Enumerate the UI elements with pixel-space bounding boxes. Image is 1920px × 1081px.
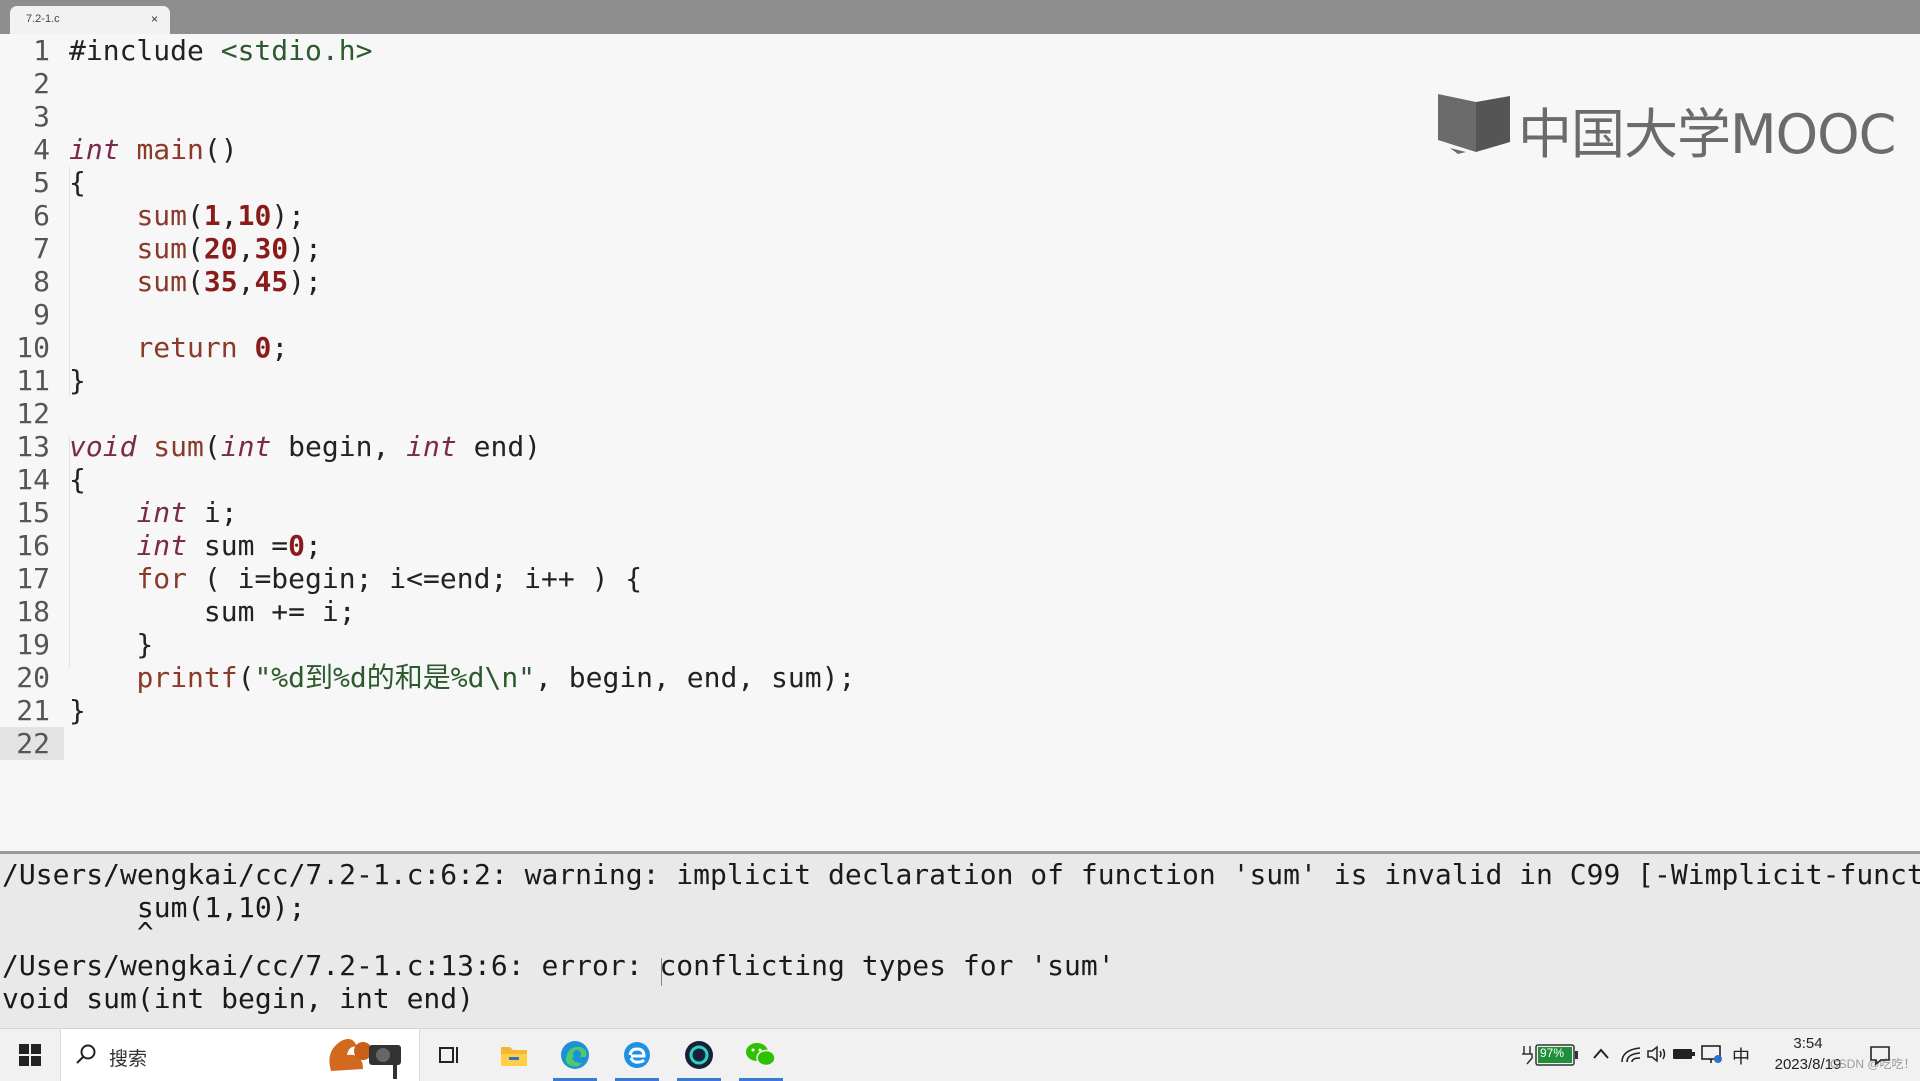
mooc-watermark-logo: 中国大学MOOC	[1436, 88, 1896, 166]
line-number: 3	[33, 100, 50, 133]
line-number: 1	[33, 34, 50, 67]
code-line-13: void sum(int begin, int end)	[69, 430, 542, 463]
tab-filename: 7.2-1.c	[26, 13, 60, 25]
line-number: 19	[16, 628, 50, 661]
console-line: /Users/wengkai/cc/7.2-1.c:6:2: warning: …	[2, 858, 1920, 891]
console-line: /Users/wengkai/cc/7.2-1.c:13:6: error: c…	[2, 949, 1115, 982]
line-number: 22	[16, 727, 50, 760]
code-line-10: return 0;	[136, 331, 289, 364]
line-number: 2	[33, 67, 50, 100]
search-label: 搜索	[109, 1049, 148, 1070]
chevron-up-icon[interactable]	[1592, 1045, 1610, 1063]
search-box[interactable]: 搜索	[60, 1029, 420, 1081]
line-number: 8	[33, 265, 50, 298]
line-number: 12	[16, 397, 50, 430]
line-number: 7	[33, 232, 50, 265]
line-number-gutter: 1 2 3 4 5 6 7 8 9 10 11 12 13 14 15 16 17 18 19 20 21 22	[0, 34, 64, 850]
media-app-button[interactable]	[669, 1029, 729, 1081]
line-number: 21	[16, 694, 50, 727]
taskbar: 搜索 97% 中 3:54 2023/8/19 CSDN @吃吃！	[0, 1028, 1920, 1081]
code-line-16: int sum =0;	[136, 529, 322, 562]
console-line: void sum(int begin, int end)	[2, 982, 475, 1015]
close-icon[interactable]: ×	[151, 12, 158, 26]
start-button[interactable]	[0, 1029, 60, 1081]
wechat-button[interactable]	[731, 1029, 791, 1081]
line-number: 9	[33, 298, 50, 331]
code-line-1: #include <stdio.h>	[69, 34, 373, 67]
windows-icon	[19, 1044, 41, 1066]
line-number: 15	[16, 496, 50, 529]
internet-explorer-icon	[624, 1042, 650, 1068]
tab-bar: 7.2-1.c ×	[0, 0, 1920, 34]
code-line-21: }	[69, 694, 86, 727]
line-number: 5	[33, 166, 50, 199]
folder-icon	[501, 1047, 527, 1066]
line-number: 17	[16, 562, 50, 595]
logo-text: 中国大学MOOC	[1518, 103, 1896, 166]
build-output-console[interactable]: /Users/wengkai/cc/7.2-1.c:6:2: warning: …	[0, 851, 1920, 1031]
search-highlight-illustration-icon	[329, 1039, 401, 1079]
line-number: 4	[33, 133, 50, 166]
line-number: 10	[16, 331, 50, 364]
search-icon	[76, 1044, 96, 1064]
code-line-18: sum += i;	[69, 595, 356, 628]
line-number: 14	[16, 463, 50, 496]
wechat-icon	[746, 1043, 776, 1067]
code-line-4: int main()	[69, 133, 238, 166]
code-line-6: sum(1,10);	[136, 199, 306, 232]
code-line-14: {	[69, 463, 86, 496]
line-number: 18	[16, 595, 50, 628]
code-line-11: }	[69, 364, 86, 397]
ime-indicator[interactable]: 中	[1732, 1043, 1750, 1069]
line-number: 13	[16, 430, 50, 463]
line-number: 16	[16, 529, 50, 562]
edge-icon	[561, 1041, 589, 1069]
network-icon[interactable]	[1700, 1044, 1724, 1066]
battery-percent: 97%	[1540, 1046, 1565, 1060]
tab-file[interactable]: 7.2-1.c ×	[10, 6, 170, 34]
edge-browser-button[interactable]	[545, 1029, 605, 1081]
clock-time: 3:54	[1793, 1035, 1823, 1052]
ie-browser-button[interactable]	[607, 1029, 667, 1081]
volume-icon[interactable]	[1646, 1044, 1668, 1064]
line-number: 11	[16, 364, 50, 397]
console-line: ^	[2, 916, 154, 949]
notification-icon[interactable]	[1868, 1043, 1892, 1067]
code-line-5: {	[69, 166, 86, 199]
wifi-icon[interactable]	[1620, 1044, 1642, 1064]
task-view-icon	[439, 1047, 458, 1063]
code-line-17: for ( i=begin; i<=end; i++ ) {	[136, 562, 643, 595]
task-view-button[interactable]	[420, 1029, 480, 1081]
file-explorer-button[interactable]	[483, 1029, 543, 1081]
code-line-8: sum(35,45);	[136, 265, 322, 298]
text-cursor	[661, 958, 662, 986]
line-number: 6	[33, 199, 50, 232]
circular-app-icon	[685, 1041, 713, 1069]
line-number: 20	[16, 661, 50, 694]
code-line-20: printf("%d到%d的和是%d\n", begin, end, sum);	[136, 661, 856, 694]
code-editor[interactable]: 1 2 3 4 5 6 7 8 9 10 11 12 13 14 15 16 17 18 19 20 21 22 #inc…	[0, 34, 1920, 850]
book-logo-icon	[1438, 94, 1510, 154]
power-plug-icon[interactable]	[1672, 1046, 1696, 1062]
code-line-7: sum(20,30);	[136, 232, 322, 265]
code-line-15: int i;	[136, 496, 238, 529]
code-line-19: }	[69, 628, 154, 661]
